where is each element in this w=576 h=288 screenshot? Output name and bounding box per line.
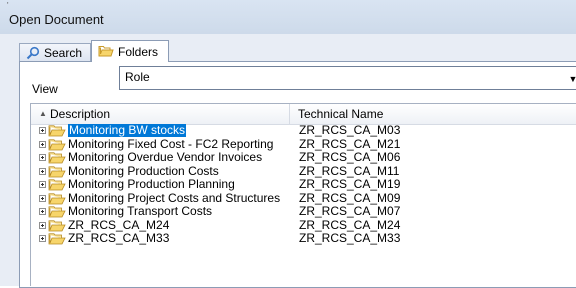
row-description: Monitoring Fixed Cost - FC2 Reporting — [68, 136, 274, 151]
row-description: ZR_RCS_CA_M33 — [68, 231, 170, 245]
table-header: ▲ Description Technical Name — [31, 104, 576, 125]
folder-icon — [98, 46, 114, 57]
folder-icon — [48, 165, 66, 177]
expand-plus-icon[interactable] — [39, 208, 46, 215]
table-row[interactable]: Monitoring BW stocks ZR_RCS_CA_M03 — [31, 124, 576, 138]
row-technical-name: ZR_RCS_CA_M11 — [299, 163, 400, 178]
row-technical-name: ZR_RCS_CA_M06 — [299, 150, 401, 164]
row-technical-name: ZR_RCS_CA_M33 — [299, 231, 401, 245]
view-label: View — [32, 82, 58, 96]
expand-plus-icon[interactable] — [39, 167, 46, 175]
tab-folders-label: Folders — [118, 44, 159, 59]
folder-icon — [48, 219, 66, 231]
table-row[interactable]: Monitoring Fixed Cost - FC2 Reporting ZR… — [31, 136, 576, 152]
row-description: Monitoring Production Planning — [68, 177, 235, 191]
folder-icon — [48, 152, 66, 164]
expand-plus-icon[interactable] — [39, 154, 46, 161]
folder-icon — [48, 206, 66, 218]
column-header-technical-name[interactable]: Technical Name — [290, 104, 576, 124]
window-title: Open Document — [9, 12, 104, 27]
folder-icon — [48, 233, 66, 245]
corner-mark: ' — [7, 1, 9, 10]
tab-search[interactable]: Search — [19, 43, 91, 61]
sort-ascending-icon: ▲ — [39, 109, 47, 118]
table-row[interactable]: ZR_RCS_CA_M33 ZR_RCS_CA_M33 — [31, 232, 576, 246]
row-technical-name: ZR_RCS_CA_M03 — [299, 123, 401, 137]
row-technical-name: ZR_RCS_CA_M19 — [299, 177, 401, 191]
table-row[interactable]: Monitoring Project Costs and Structures … — [31, 190, 576, 206]
expand-plus-icon[interactable] — [39, 194, 46, 202]
folder-icon — [48, 138, 66, 150]
folders-panel: View Role ▼ ▲ Description Technical Name — [19, 61, 576, 288]
expand-plus-icon[interactable] — [39, 127, 46, 134]
row-technical-name: ZR_RCS_CA_M09 — [299, 190, 401, 205]
table-row[interactable]: Monitoring Overdue Vendor Invoices ZR_RC… — [31, 151, 576, 165]
title-bar: ' Open Document — [0, 0, 576, 34]
view-select-value: Role — [125, 70, 150, 84]
tab-folders[interactable]: Folders — [91, 40, 169, 62]
table-row[interactable]: Monitoring Transport Costs ZR_RCS_CA_M07 — [31, 205, 576, 219]
row-description: Monitoring Overdue Vendor Invoices — [68, 150, 263, 164]
row-description: Monitoring BW stocks — [68, 123, 187, 137]
folder-icon — [48, 179, 66, 191]
open-document-window: ' Open Document Search Folders View Role… — [0, 0, 576, 288]
table-row[interactable]: Monitoring Production Costs ZR_RCS_CA_M1… — [31, 163, 576, 179]
table-row[interactable]: Monitoring Production Planning ZR_RCS_CA… — [31, 178, 576, 192]
column-header-description[interactable]: ▲ Description — [31, 104, 290, 124]
expand-plus-icon[interactable] — [39, 221, 46, 229]
column-header-description-label: Description — [50, 107, 111, 121]
row-description: ZR_RCS_CA_M24 — [68, 217, 170, 232]
table-rows: Monitoring BW stocks ZR_RCS_CA_M03 Monit… — [31, 124, 576, 246]
document-tree-table: ▲ Description Technical Name Monitoring … — [30, 103, 576, 286]
search-icon — [26, 46, 40, 59]
expand-plus-icon[interactable] — [39, 140, 46, 148]
expand-plus-icon[interactable] — [39, 235, 46, 242]
row-description: Monitoring Transport Costs — [68, 204, 213, 218]
chevron-down-icon[interactable]: ▼ — [562, 72, 576, 87]
expand-plus-icon[interactable] — [39, 181, 46, 188]
row-technical-name: ZR_RCS_CA_M24 — [299, 217, 401, 232]
folder-icon — [48, 125, 66, 137]
view-select[interactable]: Role ▼ — [119, 66, 576, 90]
row-description: Monitoring Project Costs and Structures — [68, 190, 281, 205]
row-description: Monitoring Production Costs — [68, 163, 219, 178]
folder-icon — [48, 192, 66, 204]
row-technical-name: ZR_RCS_CA_M07 — [299, 204, 401, 218]
row-technical-name: ZR_RCS_CA_M21 — [299, 136, 401, 151]
tab-search-label: Search — [44, 45, 83, 60]
table-row[interactable]: ZR_RCS_CA_M24 ZR_RCS_CA_M24 — [31, 217, 576, 233]
column-header-technical-name-label: Technical Name — [298, 107, 384, 121]
